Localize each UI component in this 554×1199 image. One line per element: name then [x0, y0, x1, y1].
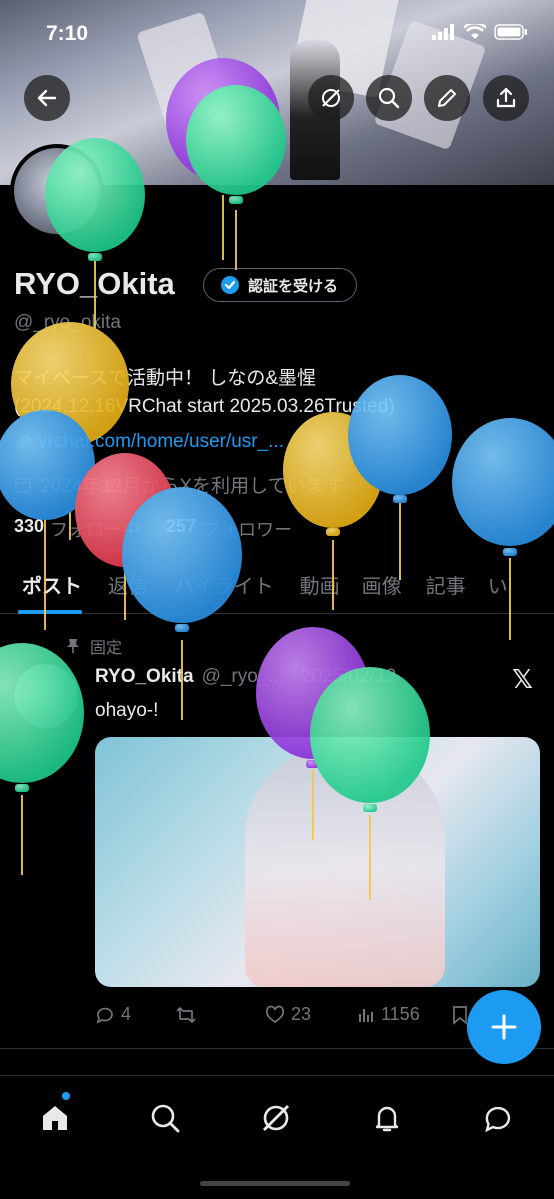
bottom-navigation [0, 1075, 554, 1199]
arrow-left-icon [37, 89, 57, 107]
bookmark-button[interactable] [452, 1004, 468, 1025]
reply-icon [96, 1007, 113, 1024]
grok-icon [263, 1105, 289, 1131]
grok-icon [322, 89, 340, 107]
nav-grok[interactable] [254, 1096, 298, 1140]
message-icon [485, 1106, 511, 1133]
profile-tabs: ポスト 返信 ハイライト 動画 画像 記事 い [0, 560, 554, 614]
share-button[interactable] [483, 75, 529, 121]
joined-text: 2024年12月からXを利用しています [40, 476, 344, 497]
compose-post-button[interactable] [467, 990, 541, 1064]
search-icon [378, 87, 400, 109]
like-count: 23 [291, 1004, 312, 1024]
follow-stats: 330 フォロー中 257 フォロワー [14, 516, 292, 542]
post-author-avatar[interactable] [14, 664, 78, 728]
profile-link-text[interactable]: vrchat.com/home/user/usr_... [38, 431, 284, 453]
post-text: ohayo-! [95, 700, 159, 721]
post-author-name[interactable]: RYO_Okita [95, 666, 194, 688]
x-logo-icon: 𝕏 [512, 664, 533, 694]
joined-date: 2024年12月からXを利用しています [14, 471, 344, 498]
calendar-icon [15, 477, 31, 493]
status-time: 7:10 [46, 22, 89, 45]
pin-icon [67, 639, 79, 653]
tab-posts[interactable]: ポスト [0, 560, 100, 614]
tab-highlights[interactable]: ハイライト [166, 560, 292, 614]
post-header: RYO_Okita @_ryo_... · 2025/02/12 [95, 666, 396, 688]
bookmark-icon [453, 1005, 467, 1025]
profile-link[interactable]: vrchat.com/home/user/usr_... [14, 431, 284, 453]
repost-icon [176, 1006, 196, 1023]
back-button[interactable] [24, 75, 70, 121]
pinned-text: 固定 [90, 640, 123, 657]
post-actions: 4 23 1156 [95, 1004, 515, 1025]
post-image[interactable] [95, 737, 540, 987]
followers-count[interactable]: 257 [166, 516, 196, 542]
tab-articles[interactable]: 記事 [420, 560, 484, 614]
search-button[interactable] [366, 75, 412, 121]
display-name: RYO_Okita [14, 266, 175, 301]
home-icon [43, 1106, 67, 1130]
nav-notifications[interactable] [365, 1096, 409, 1140]
post-meta: @_ryo_... · 2025/02/12 [201, 666, 397, 687]
get-verified-button[interactable]: 認証を受ける [203, 268, 358, 302]
like-button[interactable]: 23 [265, 1004, 357, 1025]
nav-messages[interactable] [476, 1096, 520, 1140]
followers-label[interactable]: フォロワー [202, 516, 292, 542]
profile-avatar[interactable] [10, 144, 104, 238]
nav-search[interactable] [143, 1096, 187, 1140]
views-button[interactable]: 1156 [357, 1004, 452, 1025]
home-indicator [200, 1181, 350, 1186]
share-icon [496, 87, 516, 108]
grok-button[interactable] [308, 75, 354, 121]
nav-home[interactable] [33, 1096, 77, 1140]
search-icon [151, 1104, 180, 1133]
tab-likes[interactable]: い [484, 560, 508, 614]
notification-dot [62, 1092, 70, 1100]
views-icon [359, 1008, 373, 1022]
verified-badge-icon [221, 276, 239, 294]
user-handle: @_ryo_okita [14, 312, 121, 333]
battery-icon [494, 24, 527, 40]
tab-videos[interactable]: 動画 [292, 560, 358, 614]
pencil-icon [438, 89, 456, 107]
wifi-icon [464, 24, 486, 39]
pinned-label: 固定 [66, 634, 122, 658]
reply-button[interactable]: 4 [95, 1004, 175, 1025]
heart-icon [265, 1005, 285, 1023]
get-verified-label: 認証を受ける [248, 277, 339, 295]
signal-icon [432, 24, 454, 40]
bell-icon [375, 1106, 399, 1132]
bio-line-1: マイペースで活動中！ しなの&墨惺 [14, 368, 317, 389]
post-divider [0, 1048, 554, 1049]
following-label[interactable]: フォロー中 [50, 516, 140, 542]
repost-button[interactable] [175, 1004, 265, 1025]
tab-replies[interactable]: 返信 [100, 560, 166, 614]
plus-icon [491, 1014, 517, 1040]
reply-count: 4 [121, 1004, 132, 1024]
link-icon [16, 435, 30, 449]
following-count[interactable]: 330 [14, 516, 44, 542]
view-count: 1156 [381, 1004, 420, 1024]
status-icons [432, 24, 528, 40]
edit-button[interactable] [424, 75, 470, 121]
bio-line-2: (2024.12.16VRChat start 2025.03.26Truste… [14, 396, 395, 417]
tab-images[interactable]: 画像 [358, 560, 420, 614]
